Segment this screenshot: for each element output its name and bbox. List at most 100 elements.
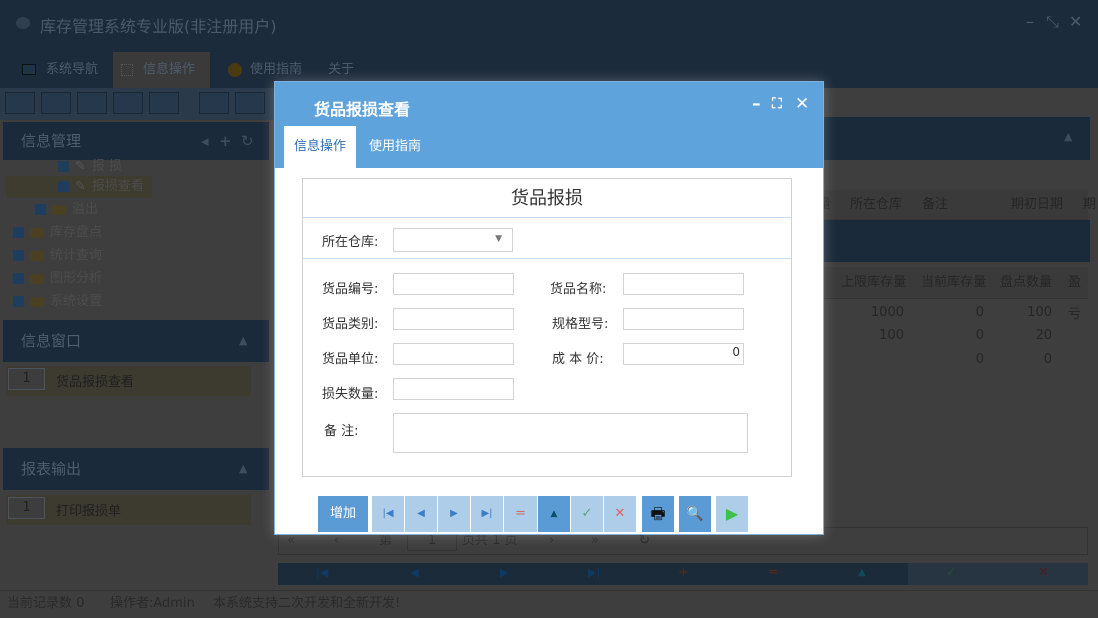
tree-item-settings[interactable]: 系统设置 — [13, 291, 102, 313]
list-tool-button[interactable] — [41, 92, 71, 114]
print-button[interactable]: 🖶 — [642, 496, 674, 532]
prev-record-button[interactable]: ◀ — [410, 566, 418, 579]
tree-label: 系统设置 — [50, 294, 103, 309]
last-button[interactable]: ▶| — [471, 496, 503, 532]
dialog-tab-guide[interactable]: 使用指南 — [359, 126, 431, 168]
tree-label: 报损查看 — [91, 179, 144, 194]
tree-label: 溢出 — [72, 202, 99, 217]
warehouse-label: 所在仓库: — [322, 235, 379, 250]
col-header[interactable]: 期 — [1083, 190, 1096, 220]
operator: 操作者:Admin — [110, 596, 195, 611]
minimize-button[interactable]: – — [1026, 12, 1034, 31]
tree-item-loss[interactable]: ✎ 报 损 — [58, 156, 122, 178]
status-bar: 当前记录数 0 操作者:Admin 本系统支持二次开发和全新开发! — [0, 590, 1098, 618]
app-logo-icon — [16, 17, 30, 29]
tree-label: 库存盘点 — [50, 225, 103, 240]
first-record-button[interactable]: |◀ — [316, 566, 328, 579]
cost-input[interactable]: 0 — [623, 343, 744, 365]
search-tool-button[interactable] — [5, 92, 35, 114]
dialog-tab-info-ops[interactable]: 信息操作 — [284, 126, 357, 168]
tree-item-inventory[interactable]: 库存盘点 — [13, 222, 102, 244]
list-item[interactable]: 1 打印报损单 — [6, 495, 251, 525]
remark-label: 备 注: — [324, 424, 359, 439]
edit-record-button[interactable]: ▲ — [858, 567, 866, 578]
col-header[interactable]: 盘点数量 — [1000, 267, 1052, 299]
panel-title: 信息管理 — [21, 132, 82, 150]
last-record-button[interactable]: ▶| — [588, 566, 600, 579]
warehouse-row: 所在仓库: ▼ — [303, 218, 791, 259]
warehouse-select[interactable]: ▼ — [393, 228, 513, 252]
tab-label: 系统导航 — [46, 62, 99, 77]
loss-form: 货品报损 所在仓库: ▼ 货品编号: 货品名称: 货品类别: 规格型号: 货品单… — [302, 178, 792, 477]
panel-header-info-mgmt: 信息管理 ◂ + ↻ — [3, 122, 269, 160]
prev-button[interactable]: ◀ — [405, 496, 437, 532]
spec-input[interactable] — [623, 308, 744, 330]
refresh-icon[interactable]: ↻ — [241, 122, 254, 160]
tree-item-loss-view[interactable]: ✎ 报损查看 — [6, 176, 152, 198]
edit-button[interactable]: ▲ — [538, 496, 570, 532]
dialog-maximize-icon[interactable]: ⛶ — [772, 96, 782, 112]
cost-label: 成 本 价: — [552, 352, 604, 367]
tree-item-overflow[interactable]: 溢出 — [35, 199, 98, 221]
col-header[interactable]: 上限库存量 — [841, 267, 906, 299]
window-tool-button[interactable] — [149, 92, 179, 114]
collapse-icon[interactable]: ▲ — [239, 448, 247, 490]
add-button[interactable]: 增加 — [318, 496, 368, 532]
tree-label: 统计查询 — [50, 248, 103, 263]
grid-icon — [121, 63, 133, 76]
code-input[interactable] — [393, 273, 514, 295]
export-tool-button[interactable] — [199, 92, 229, 114]
col-header[interactable]: 所在仓库 — [850, 190, 902, 220]
delete-record-button[interactable]: = — [768, 565, 779, 580]
unit-input[interactable] — [393, 343, 514, 365]
tab-label: 信息操作 — [143, 62, 196, 77]
name-label: 货品名称: — [550, 282, 607, 297]
document-tool-button[interactable] — [77, 92, 107, 114]
cancel-button[interactable]: ✕ — [604, 496, 636, 532]
monitor-icon — [22, 64, 36, 75]
panel-header-report: 报表输出 ▲ — [3, 448, 269, 490]
item-label: 货品报损查看 — [56, 375, 135, 390]
delete-button[interactable]: = — [504, 496, 537, 532]
add-record-button[interactable]: + — [678, 565, 689, 580]
name-input[interactable] — [623, 273, 744, 295]
panel-title: 信息窗口 — [21, 332, 82, 350]
first-button[interactable]: |◀ — [372, 496, 404, 532]
item-number: 1 — [8, 497, 45, 519]
confirm-button[interactable]: ✓ — [571, 496, 603, 532]
add-icon[interactable]: + — [219, 122, 232, 160]
collapse-icon[interactable]: ▲ — [239, 320, 247, 362]
collapse-left-icon[interactable]: ◂ — [201, 122, 209, 160]
col-header[interactable]: 期初日期 — [1011, 190, 1063, 220]
run-button[interactable]: ▶ — [716, 496, 748, 532]
code-label: 货品编号: — [322, 282, 379, 297]
tab-info-ops[interactable]: 信息操作 — [113, 52, 210, 88]
category-input[interactable] — [393, 308, 514, 330]
list-item[interactable]: 1 货品报损查看 — [6, 366, 251, 396]
print-tool-button[interactable] — [235, 92, 265, 114]
maximize-button[interactable]: ⤡ — [1046, 12, 1059, 32]
next-record-button[interactable]: ▶ — [500, 566, 508, 579]
tab-system-nav[interactable]: 系统导航 — [14, 52, 109, 88]
dialog-minimize-icon[interactable]: – — [752, 94, 761, 114]
dialog-close-icon[interactable]: ✕ — [795, 94, 809, 114]
form-title: 货品报损 — [303, 179, 791, 218]
collapse-icon[interactable]: ▲ — [1064, 130, 1072, 143]
tree-item-charts[interactable]: 图形分析 — [13, 268, 102, 290]
save-record-button[interactable]: ✓ — [946, 565, 957, 580]
loss-qty-input[interactable] — [393, 378, 514, 400]
col-header[interactable]: 当前库存量 — [921, 267, 986, 299]
cancel-record-button[interactable]: ✕ — [1038, 565, 1049, 580]
print-preview-button[interactable]: 🔍 — [679, 496, 711, 532]
users-tool-button[interactable] — [113, 92, 143, 114]
app-title: 库存管理系统专业版(非注册用户) — [40, 17, 277, 36]
remark-textarea[interactable] — [393, 413, 748, 453]
close-button[interactable]: ✕ — [1069, 12, 1082, 31]
col-header[interactable]: 备注 — [922, 190, 948, 220]
dialog-header — [275, 82, 823, 168]
tree-label: 图形分析 — [50, 271, 103, 286]
tree-item-stats[interactable]: 统计查询 — [13, 245, 102, 267]
loss-qty-label: 损失数量: — [322, 387, 379, 402]
next-button[interactable]: ▶ — [438, 496, 470, 532]
record-count: 当前记录数 0 — [7, 596, 85, 611]
